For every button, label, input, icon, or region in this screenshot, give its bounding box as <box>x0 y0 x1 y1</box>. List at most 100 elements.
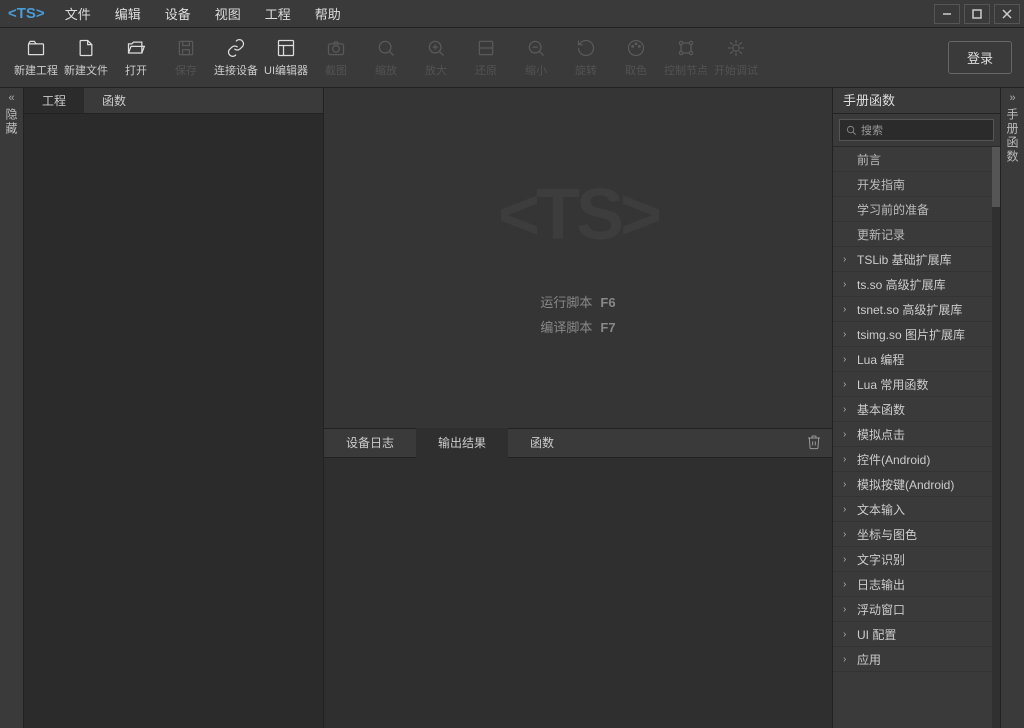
chevron-right-icon: › <box>843 579 853 590</box>
scrollbar[interactable] <box>992 147 1000 728</box>
chevron-right-icon: › <box>843 629 853 640</box>
window-controls <box>934 4 1020 24</box>
tree-item-9[interactable]: ›Lua 常用函数 <box>833 372 1000 397</box>
output-panel <box>324 458 832 728</box>
folder-icon <box>26 38 46 58</box>
tree-item-0[interactable]: 前言 <box>833 147 1000 172</box>
right-collapse-label: 手册函数 <box>1004 108 1021 164</box>
chevron-right-icon: › <box>843 479 853 490</box>
manual-tree: 前言开发指南学习前的准备更新记录 ›TSLib 基础扩展库›ts.so 高级扩展库… <box>833 147 1000 672</box>
bottom-tab-2[interactable]: 函数 <box>508 428 576 458</box>
chevron-right-icon: › <box>843 254 853 265</box>
chevron-right-icon: › <box>843 604 853 615</box>
left-tab-0[interactable]: 工程 <box>24 88 84 113</box>
zoom-button: 缩放 <box>362 33 410 83</box>
palette-icon <box>626 38 646 58</box>
ui-editor-button[interactable]: UI编辑器 <box>262 33 310 83</box>
minimize-button[interactable] <box>934 4 960 24</box>
chevron-right-icon: › <box>843 404 853 415</box>
ts-watermark-icon: <TS> <box>498 174 658 256</box>
connect-button[interactable]: 连接设备 <box>212 33 260 83</box>
menu-2[interactable]: 设备 <box>153 0 203 27</box>
toolbar: 新建工程新建文件打开保存连接设备UI编辑器截图缩放放大还原缩小旋转取色控制节点开… <box>0 28 1024 88</box>
zoom-icon <box>376 38 396 58</box>
menu-1[interactable]: 编辑 <box>103 0 153 27</box>
tree-item-5[interactable]: ›ts.so 高级扩展库 <box>833 272 1000 297</box>
editor-area: <TS> 运行脚本F6编译脚本F7 <box>324 88 832 428</box>
zoom-in-icon <box>426 38 446 58</box>
zoom-out-icon <box>526 38 546 58</box>
left-tabs: 工程函数 <box>24 88 323 114</box>
pick-color-button: 取色 <box>612 33 660 83</box>
tree-item-17[interactable]: › 日志输出 <box>833 572 1000 597</box>
clear-output-button[interactable] <box>806 434 822 453</box>
tree-item-label: 开发指南 <box>857 176 905 193</box>
login-button[interactable]: 登录 <box>948 41 1012 74</box>
tree-item-3[interactable]: 更新记录 <box>833 222 1000 247</box>
new-project-button[interactable]: 新建工程 <box>12 33 60 83</box>
search-row: 搜索 <box>833 114 1000 147</box>
tree-item-16[interactable]: ›文字识别 <box>833 547 1000 572</box>
tree-item-13[interactable]: › 模拟按键(Android) <box>833 472 1000 497</box>
bottom-tab-0[interactable]: 设备日志 <box>324 428 416 458</box>
tree-item-6[interactable]: ›tsnet.so 高级扩展库 <box>833 297 1000 322</box>
center-area: <TS> 运行脚本F6编译脚本F7 设备日志输出结果函数 <box>324 88 832 728</box>
left-collapse-bar[interactable]: « 隐藏 <box>0 88 24 728</box>
nodes-icon <box>676 38 696 58</box>
tree-item-8[interactable]: ›Lua 编程 <box>833 347 1000 372</box>
tree-item-19[interactable]: › UI 配置 <box>833 622 1000 647</box>
debug-icon <box>726 38 746 58</box>
search-placeholder: 搜索 <box>861 122 883 138</box>
open-icon <box>126 38 146 58</box>
right-collapse-bar[interactable]: » 手册函数 <box>1000 88 1024 728</box>
app-logo: <TS> <box>8 5 45 22</box>
tool-label: 缩小 <box>525 62 547 78</box>
tree-item-7[interactable]: ›tsimg.so 图片扩展库 <box>833 322 1000 347</box>
tree-item-18[interactable]: › 浮动窗口 <box>833 597 1000 622</box>
restore-button: 还原 <box>462 33 510 83</box>
camera-icon <box>326 38 346 58</box>
tree-item-label: UI 配置 <box>857 626 896 643</box>
main-menu: 文件编辑设备视图工程帮助 <box>53 0 353 27</box>
save-icon <box>176 38 196 58</box>
tree-item-label: 文字识别 <box>857 551 905 568</box>
menu-4[interactable]: 工程 <box>253 0 303 27</box>
menu-5[interactable]: 帮助 <box>303 0 353 27</box>
chevron-right-icon: › <box>843 304 853 315</box>
search-input[interactable]: 搜索 <box>839 119 994 141</box>
maximize-button[interactable] <box>964 4 990 24</box>
tree-item-label: 模拟按键(Android) <box>857 476 954 493</box>
scrollbar-thumb[interactable] <box>992 147 1000 207</box>
tree-item-label: 模拟点击 <box>857 426 905 443</box>
tree-item-12[interactable]: ›控件(Android) <box>833 447 1000 472</box>
menu-3[interactable]: 视图 <box>203 0 253 27</box>
tree-item-1[interactable]: 开发指南 <box>833 172 1000 197</box>
tree-item-label: 浮动窗口 <box>857 601 905 618</box>
tree-item-20[interactable]: ›应用 <box>833 647 1000 672</box>
tree-item-2[interactable]: 学习前的准备 <box>833 197 1000 222</box>
open-button[interactable]: 打开 <box>112 33 160 83</box>
tool-label: 连接设备 <box>214 62 258 78</box>
right-panel-header: 手册函数 <box>833 88 1000 114</box>
tree-item-10[interactable]: ›基本函数 <box>833 397 1000 422</box>
tree-item-14[interactable]: ›文本输入 <box>833 497 1000 522</box>
left-tab-1[interactable]: 函数 <box>84 88 144 113</box>
tree-item-11[interactable]: › 模拟点击 <box>833 422 1000 447</box>
tree-item-4[interactable]: ›TSLib 基础扩展库 <box>833 247 1000 272</box>
chevron-right-icon: › <box>843 504 853 515</box>
tool-label: 控制节点 <box>664 62 708 78</box>
menu-0[interactable]: 文件 <box>53 0 103 27</box>
close-button[interactable] <box>994 4 1020 24</box>
chevron-right-icon: › <box>843 429 853 440</box>
new-file-button[interactable]: 新建文件 <box>62 33 110 83</box>
tree-item-15[interactable]: ›坐标与图色 <box>833 522 1000 547</box>
tree-item-label: 日志输出 <box>857 576 905 593</box>
tree-item-label: 控件(Android) <box>857 451 930 468</box>
tree-item-label: 更新记录 <box>857 226 905 243</box>
zoom-in-button: 放大 <box>412 33 460 83</box>
tree-item-label: 前言 <box>857 151 881 168</box>
chevron-right-icon: › <box>843 654 853 665</box>
chevron-right-icon: › <box>843 529 853 540</box>
left-panel: 工程函数 <box>24 88 324 728</box>
bottom-tab-1[interactable]: 输出结果 <box>416 428 508 458</box>
